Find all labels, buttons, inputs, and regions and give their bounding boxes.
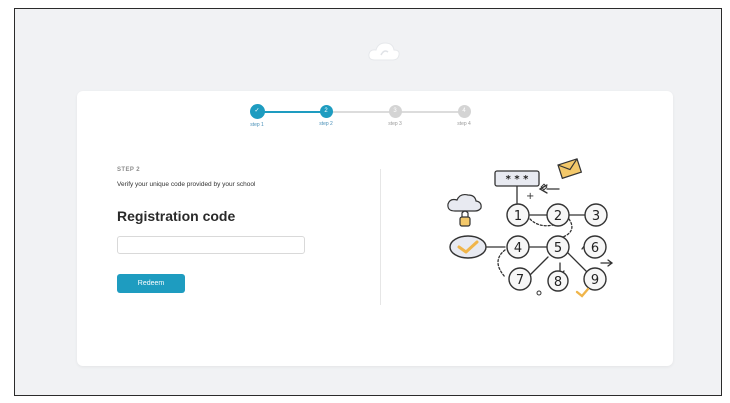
node-number-1: 1 bbox=[514, 209, 522, 224]
step-3-marker: 3 bbox=[388, 105, 402, 118]
step-2: 2 step 2 bbox=[296, 105, 356, 127]
vertical-divider bbox=[380, 169, 381, 305]
step-4-marker: 4 bbox=[457, 105, 471, 118]
step-2-marker: 2 bbox=[319, 105, 333, 118]
instruction-text: Verify your unique code provided by your… bbox=[117, 181, 256, 188]
step-3: 3 step 3 bbox=[365, 105, 425, 127]
node-number-5: 5 bbox=[554, 241, 562, 256]
registration-card: ✓ step 1 2 step 2 3 step 3 4 step 4 STEP… bbox=[77, 91, 673, 366]
node-number-9: 9 bbox=[591, 273, 599, 288]
node-number-6: 6 bbox=[591, 241, 599, 256]
step-4: 4 step 4 bbox=[434, 105, 494, 127]
step-1-checkmark-icon: ✓ bbox=[249, 104, 265, 119]
step-4-label: step 4 bbox=[457, 121, 471, 127]
node-number-3: 3 bbox=[592, 209, 600, 224]
svg-text:+: + bbox=[526, 191, 534, 202]
step-2-label: step 2 bbox=[319, 121, 333, 127]
step-1: ✓ step 1 bbox=[227, 104, 287, 128]
step-kicker: STEP 2 bbox=[117, 167, 140, 173]
cloud-logo-icon bbox=[368, 42, 400, 61]
step-3-label: step 3 bbox=[388, 121, 402, 127]
node-number-4: 4 bbox=[514, 241, 522, 256]
progress-stepper: ✓ step 1 2 step 2 3 step 3 4 step 4 bbox=[77, 91, 673, 131]
registration-code-heading: Registration code bbox=[117, 208, 236, 224]
node-number-2: 2 bbox=[554, 209, 562, 224]
masked-code-text: * * * bbox=[506, 174, 529, 185]
registration-code-input[interactable] bbox=[117, 236, 305, 254]
node-number-7: 7 bbox=[516, 273, 524, 288]
node-number-8: 8 bbox=[554, 275, 562, 290]
browser-viewport: ✓ step 1 2 step 2 3 step 3 4 step 4 STEP… bbox=[14, 8, 722, 396]
redeem-button[interactable]: Redeem bbox=[117, 274, 185, 293]
step-1-label: step 1 bbox=[250, 122, 264, 128]
code-puzzle-illustration: * * * + 1 2 3 4 5 6 7 8 9 bbox=[447, 158, 614, 298]
